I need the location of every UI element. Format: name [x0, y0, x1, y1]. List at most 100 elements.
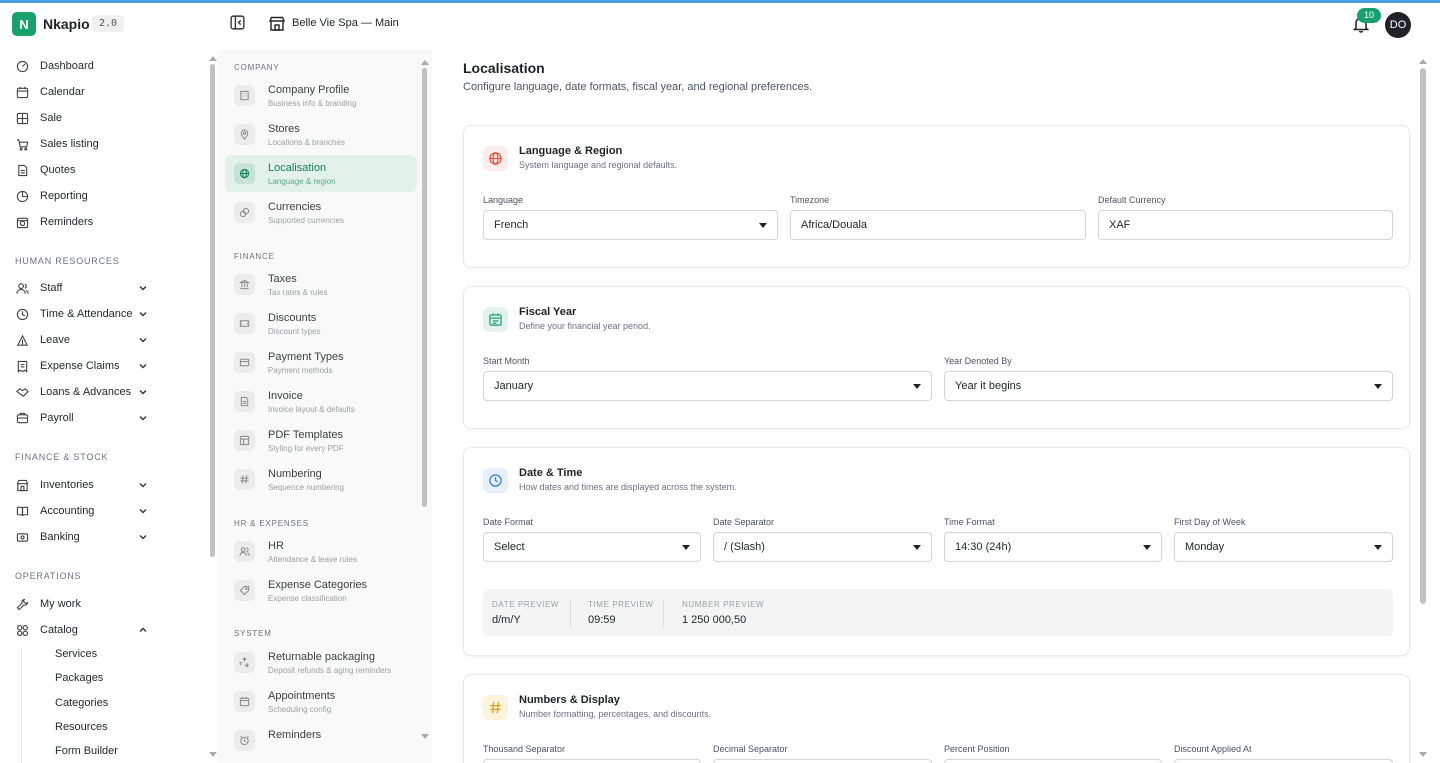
nav-staff[interactable]: Staff — [16, 278, 151, 298]
select-value: Monday — [1185, 541, 1225, 553]
scroll-up-arrow-icon[interactable] — [209, 55, 217, 61]
settings-item-invoice[interactable]: Invoice Invoice layout & defaults — [225, 383, 417, 420]
scroll-down-arrow-icon[interactable] — [421, 734, 429, 740]
default-currency-input[interactable]: XAF — [1098, 210, 1393, 240]
sidebar-toggle-icon[interactable] — [229, 14, 246, 31]
version-badge: 2.0 — [92, 15, 125, 32]
thousand-separator-select[interactable] — [483, 759, 701, 763]
store-switcher[interactable]: Belle Vie Spa — Main — [292, 17, 399, 29]
settings-item-title: Taxes — [268, 273, 297, 285]
nav-reporting[interactable]: Reporting — [16, 186, 151, 206]
nav-section-operations: OPERATIONS — [15, 571, 82, 581]
settings-item-title: Discounts — [268, 312, 317, 324]
format-preview-panel: DATE PREVIEW d/m/Y TIME PREVIEW 09:59 NU… — [483, 589, 1393, 636]
nav-label: Loans & Advances — [40, 386, 132, 398]
settings-item-numbering[interactable]: Numbering Sequence numbering — [225, 461, 417, 498]
settings-item-returnable-packaging[interactable]: Returnable packaging Deposit refunds & a… — [225, 644, 417, 681]
first-day-select[interactable]: Monday — [1174, 532, 1393, 562]
nav-calendar[interactable]: Calendar — [16, 82, 151, 102]
nav-catalog-services[interactable]: Services — [55, 648, 97, 660]
nav-inventories[interactable]: Inventories — [16, 475, 151, 495]
nav-catalog[interactable]: Catalog — [16, 620, 151, 640]
language-select[interactable]: French — [483, 210, 778, 240]
year-denoted-select[interactable]: Year it begins — [944, 371, 1393, 401]
sale-icon — [16, 112, 29, 124]
time-format-select[interactable]: 14:30 (24h) — [944, 532, 1162, 562]
timezone-input[interactable]: Africa/Douala — [790, 210, 1086, 240]
settings-item-localisation[interactable]: Localisation Language & region — [225, 155, 417, 192]
settings-nav-scrollbar[interactable] — [422, 68, 427, 507]
settings-item-taxes[interactable]: Taxes Tax rates & rules — [225, 266, 417, 303]
main-scrollbar[interactable] — [1420, 68, 1426, 604]
clock-icon — [483, 468, 508, 493]
date-format-select[interactable]: Select — [483, 532, 701, 562]
settings-item-title: Payment Types — [268, 351, 344, 363]
nav-reminders[interactable]: Reminders — [16, 212, 151, 232]
nav-catalog-resources[interactable]: Resources — [55, 721, 108, 733]
caret-down-icon — [759, 223, 767, 228]
credit-card-icon — [234, 352, 255, 373]
nav-sale[interactable]: Sale — [16, 108, 151, 128]
settings-item-discounts[interactable]: Discounts Discount types — [225, 305, 417, 342]
settings-item-subtitle: Expense classification — [268, 594, 347, 603]
nav-catalog-packages[interactable]: Packages — [55, 672, 103, 684]
nav-leave[interactable]: Leave — [16, 330, 151, 350]
sidebar-scrollbar[interactable] — [210, 64, 215, 557]
settings-item-currencies[interactable]: Currencies Supported currencies — [225, 194, 417, 231]
settings-item-company-profile[interactable]: Company Profile Business info & branding — [225, 77, 417, 114]
nav-label: Leave — [40, 334, 70, 346]
scroll-up-arrow-icon[interactable] — [1419, 58, 1427, 64]
chevron-down-icon — [139, 416, 147, 421]
settings-item-subtitle: Business info & branding — [268, 99, 357, 108]
nav-label: Quotes — [40, 164, 76, 176]
calendar-check-icon — [483, 307, 508, 332]
nav-dashboard[interactable]: Dashboard — [16, 56, 151, 76]
settings-item-reminders[interactable]: Reminders — [225, 722, 417, 759]
settings-item-appointments[interactable]: Appointments Scheduling config — [225, 683, 417, 720]
app-logo[interactable]: N — [12, 12, 36, 36]
settings-item-subtitle: Attendance & leave rules — [268, 555, 357, 564]
input-value: XAF — [1109, 219, 1131, 231]
settings-item-subtitle: Styling for every PDF — [268, 444, 344, 453]
bank-card-icon — [16, 532, 29, 542]
date-separator-select[interactable]: / (Slash) — [713, 532, 932, 562]
store-icon[interactable] — [268, 15, 286, 33]
nav-catalog-form-builder[interactable]: Form Builder — [55, 745, 118, 757]
percent-position-select[interactable] — [944, 759, 1162, 763]
decimal-separator-select[interactable] — [713, 759, 932, 763]
calendar-icon — [16, 86, 29, 98]
settings-nav: COMPANY Company Profile Business info & … — [217, 50, 432, 763]
settings-item-payment-types[interactable]: Payment Types Payment methods — [225, 344, 417, 381]
nav-quotes[interactable]: Quotes — [16, 160, 151, 180]
card-title: Date & Time — [519, 467, 583, 479]
scroll-down-arrow-icon[interactable] — [209, 752, 217, 758]
language-region-card: Language & Region System language and re… — [463, 125, 1410, 268]
settings-item-subtitle: Payment methods — [268, 366, 333, 375]
nav-accounting[interactable]: Accounting — [16, 501, 151, 521]
discount-applied-select[interactable] — [1174, 759, 1393, 763]
page-title: Localisation — [463, 60, 545, 76]
settings-item-expense-categories[interactable]: Expense Categories Expense classificatio… — [225, 572, 417, 609]
nav-catalog-categories[interactable]: Categories — [55, 697, 108, 709]
map-pin-icon — [234, 124, 255, 145]
start-month-select[interactable]: January — [483, 371, 932, 401]
scroll-down-arrow-icon[interactable] — [1419, 752, 1427, 758]
discount-applied-label: Discount Applied At — [1174, 744, 1252, 754]
settings-item-stores[interactable]: Stores Locations & branches — [225, 116, 417, 153]
calendar-icon — [234, 691, 255, 712]
user-avatar[interactable]: DO — [1385, 12, 1411, 38]
nav-my-work[interactable]: My work — [16, 594, 151, 614]
warehouse-icon — [16, 479, 29, 491]
nav-sales-listing[interactable]: Sales listing — [16, 134, 151, 154]
nav-loans-advances[interactable]: Loans & Advances — [16, 382, 151, 402]
year-denoted-label: Year Denoted By — [944, 356, 1012, 366]
nav-payroll[interactable]: Payroll — [16, 408, 151, 428]
nav-expense-claims[interactable]: Expense Claims — [16, 356, 151, 376]
scroll-up-arrow-icon[interactable] — [421, 59, 429, 65]
settings-item-hr[interactable]: HR Attendance & leave rules — [225, 533, 417, 570]
nav-banking[interactable]: Banking — [16, 527, 151, 547]
settings-item-title: HR — [268, 540, 284, 552]
nav-time-attendance[interactable]: Time & Attendance — [16, 304, 151, 324]
tag-icon — [234, 580, 255, 601]
settings-item-pdf-templates[interactable]: PDF Templates Styling for every PDF — [225, 422, 417, 459]
